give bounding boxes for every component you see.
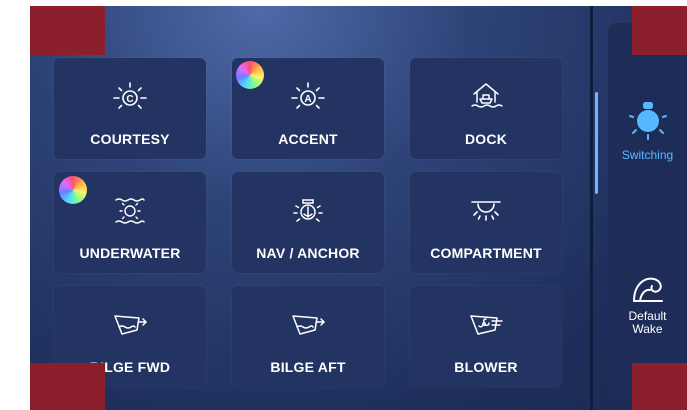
svg-text:C: C bbox=[126, 94, 133, 105]
scrollbar-thumb[interactable] bbox=[595, 92, 598, 194]
default-wake-label: Default Wake bbox=[608, 310, 687, 336]
bilge-aft-label: BILGE AFT bbox=[270, 359, 346, 375]
blower-fan-icon bbox=[470, 315, 503, 335]
rgb-color-icon[interactable] bbox=[59, 176, 87, 204]
anchor-light-icon bbox=[293, 199, 323, 222]
dock-tile[interactable]: DOCK bbox=[410, 58, 562, 159]
bilge-aft-tile[interactable]: BILGE AFT bbox=[232, 286, 384, 387]
default-wake-button[interactable]: Default Wake bbox=[608, 273, 687, 336]
accent-label: ACCENT bbox=[278, 131, 338, 147]
bulb-c-icon: C bbox=[113, 82, 147, 109]
courtesy-tile[interactable]: C COURTESY bbox=[54, 58, 206, 159]
underwater-label: UNDERWATER bbox=[79, 245, 181, 261]
switching-label: Switching bbox=[621, 148, 674, 162]
dock-house-icon bbox=[471, 83, 503, 108]
courtesy-label: COURTESY bbox=[90, 131, 170, 147]
underwater-light-icon bbox=[115, 198, 145, 224]
wake-label-line2: Wake bbox=[632, 322, 663, 336]
dock-label: DOCK bbox=[464, 131, 508, 147]
corner-marker-top-right bbox=[632, 6, 687, 55]
bilge-aft-icon bbox=[292, 315, 325, 335]
switching-mode-button[interactable]: Switching bbox=[608, 101, 687, 162]
nav-anchor-label: NAV / ANCHOR bbox=[256, 245, 360, 261]
bilge-fwd-icon bbox=[114, 315, 147, 335]
compartment-light-icon bbox=[471, 201, 501, 221]
bulb-a-icon: A bbox=[291, 82, 325, 109]
panel-divider bbox=[590, 6, 593, 410]
control-screen: C COURTESY A ACCENT DOCK UNDERWATER NAV … bbox=[30, 6, 687, 410]
corner-marker-top-left bbox=[30, 6, 105, 55]
corner-marker-bottom-left bbox=[30, 363, 105, 410]
nav-anchor-tile[interactable]: NAV / ANCHOR bbox=[232, 172, 384, 273]
blower-label: BLOWER bbox=[454, 359, 518, 375]
mode-sidebar: Switching Default Wake bbox=[608, 23, 687, 395]
corner-marker-bottom-right bbox=[632, 363, 687, 410]
blower-tile[interactable]: BLOWER bbox=[410, 286, 562, 387]
compartment-label: COMPARTMENT bbox=[430, 245, 542, 261]
rgb-color-icon[interactable] bbox=[236, 61, 264, 89]
wave-icon bbox=[632, 277, 663, 302]
svg-text:A: A bbox=[304, 94, 311, 105]
bulb-on-icon bbox=[628, 102, 667, 140]
compartment-tile[interactable]: COMPARTMENT bbox=[410, 172, 562, 273]
